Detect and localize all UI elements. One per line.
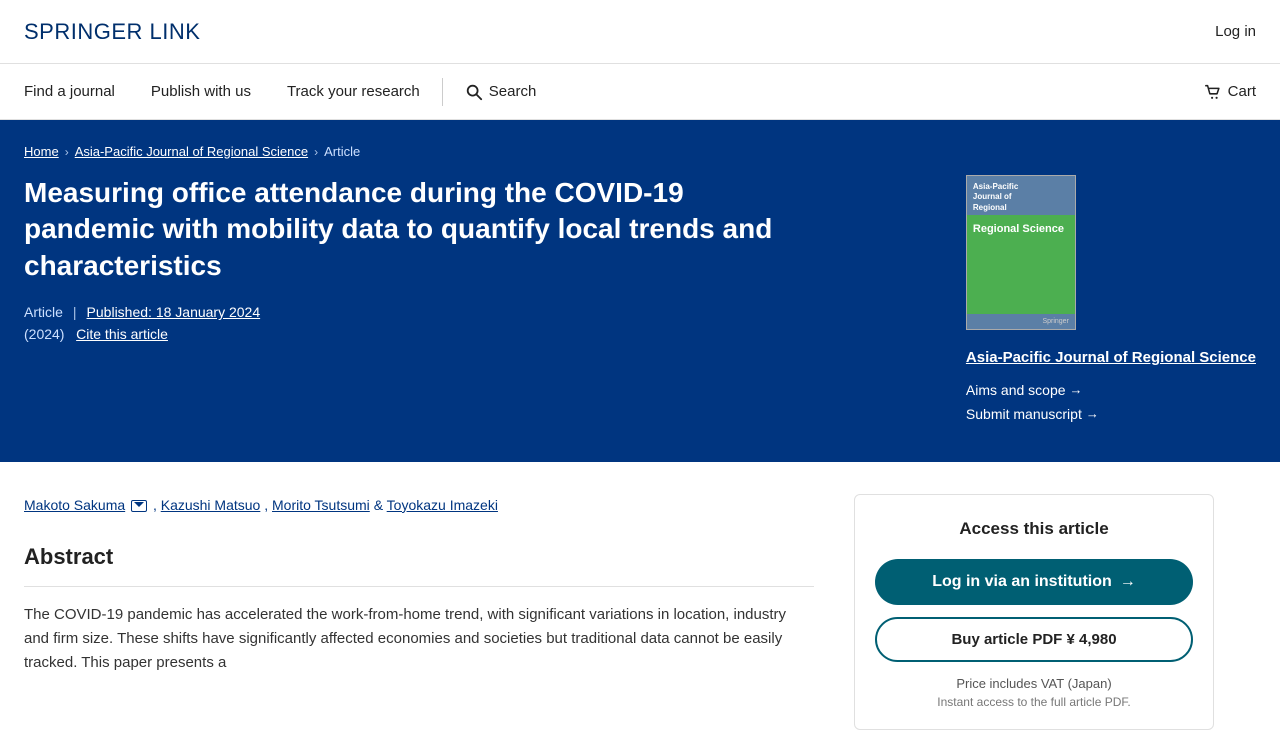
author-amp: & [374,497,387,513]
instant-access-note: Instant access to the full article PDF. [875,695,1193,709]
nav-items: Find a journal Publish with us Track you… [24,64,1204,120]
submit-label: Submit manuscript [966,406,1082,422]
article-meta: Article | Published: 18 January 2024 [24,304,804,320]
header: SPRINGER LINK Log in [0,0,1280,64]
cart-label: Cart [1228,83,1256,100]
login-institution-button[interactable]: Log in via an institution → [875,559,1193,605]
journal-name-link[interactable]: Asia-Pacific Journal of Regional Science [966,348,1256,368]
access-title: Access this article [875,519,1193,539]
nav-right: Cart [1204,83,1256,101]
hero-left: Measuring office attendance during the C… [24,175,804,342]
email-icon[interactable] [131,500,147,512]
author-1[interactable]: Makoto Sakuma [24,497,125,513]
institution-btn-label: Log in via an institution [932,573,1112,591]
article-type: Article [24,304,63,320]
cite-article-link[interactable]: Cite this article [76,326,168,342]
author-4[interactable]: Toyokazu Imazeki [387,497,498,513]
breadcrumb: Home › Asia-Pacific Journal of Regional … [24,144,1256,159]
main-nav: Find a journal Publish with us Track you… [0,64,1280,120]
institution-arrow: → [1120,573,1136,591]
breadcrumb-current: Article [324,144,360,159]
journal-cover: Asia-PacificJournal ofRegional Regional … [966,175,1076,330]
breadcrumb-sep-1: › [65,145,69,159]
article-title: Measuring office attendance during the C… [24,175,804,284]
search-icon [465,83,483,101]
buy-pdf-button[interactable]: Buy article PDF ¥ 4,980 [875,617,1193,662]
aims-scope-link[interactable]: Aims and scope → [966,382,1083,398]
vat-note: Price includes VAT (Japan) [875,676,1193,691]
article-body: Makoto Sakuma , Kazushi Matsuo , Morito … [0,494,1280,730]
aims-scope-label: Aims and scope [966,382,1066,398]
pdf-btn-label: Buy article PDF ¥ 4,980 [951,631,1116,648]
cover-green-band: Regional Science [967,215,1075,314]
login-button[interactable]: Log in [1215,23,1256,40]
search-label: Search [489,83,537,100]
aims-arrow: → [1070,382,1083,397]
site-logo[interactable]: SPRINGER LINK [24,19,200,45]
logo-light: LINK [143,19,201,44]
hero-content: Measuring office attendance during the C… [24,175,1256,430]
published-date[interactable]: Published: 18 January 2024 [87,304,261,320]
cover-top-text: Asia-PacificJournal ofRegional [967,176,1075,215]
author-2[interactable]: Kazushi Matsuo [161,497,261,513]
abstract-divider [24,586,814,587]
nav-publish[interactable]: Publish with us [133,64,269,120]
logo-bold: SPRINGER [24,19,143,44]
article-left: Makoto Sakuma , Kazushi Matsuo , Morito … [24,494,814,675]
author-sep-2: , [264,497,272,513]
cover-inner: Asia-PacificJournal ofRegional Regional … [967,176,1075,329]
nav-track[interactable]: Track your research [269,64,438,120]
submit-arrow: → [1086,406,1099,421]
abstract-title: Abstract [24,544,814,570]
submit-manuscript-link[interactable]: Submit manuscript → [966,406,1099,422]
author-sep-1: , [153,497,161,513]
cover-publisher: Springer [967,314,1075,329]
breadcrumb-home[interactable]: Home [24,144,59,159]
cart-icon [1204,83,1222,101]
article-year: (2024) [24,326,64,342]
authors-list: Makoto Sakuma , Kazushi Matsuo , Morito … [24,494,814,516]
nav-find-journal[interactable]: Find a journal [24,64,133,120]
author-3[interactable]: Morito Tsutsumi [272,497,370,513]
breadcrumb-journal[interactable]: Asia-Pacific Journal of Regional Science [75,144,308,159]
cart-button[interactable]: Cart [1204,83,1256,101]
access-box: Access this article Log in via an instit… [854,494,1214,730]
header-right: Log in [1215,23,1256,40]
nav-search[interactable]: Search [447,83,555,101]
meta-separator: | [73,304,77,320]
breadcrumb-sep-2: › [314,145,318,159]
article-year-row: (2024) Cite this article [24,326,804,342]
hero-section: Home › Asia-Pacific Journal of Regional … [0,120,1280,462]
abstract-text: The COVID-19 pandemic has accelerated th… [24,603,814,675]
nav-divider [442,78,443,106]
hero-right: Asia-PacificJournal ofRegional Regional … [966,175,1256,430]
